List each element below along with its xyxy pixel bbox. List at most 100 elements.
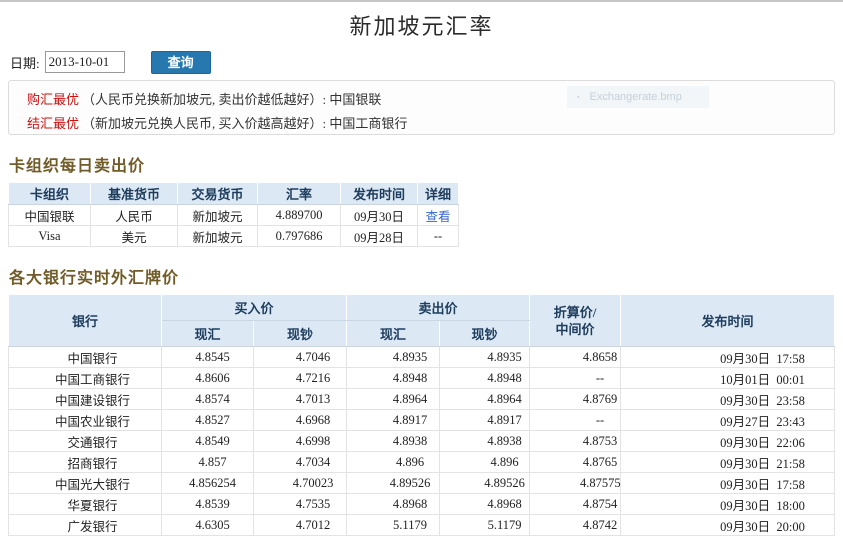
table-cell: 4.889700 — [258, 205, 341, 226]
table-cell: 广发银行 — [9, 515, 162, 536]
table-row: Visa美元新加坡元0.79768609月28日-- — [9, 226, 459, 247]
table-cell: 招商银行 — [9, 452, 162, 473]
table-cell: 中国银联 — [9, 205, 91, 226]
table-cell: 4.8769 — [530, 389, 621, 410]
table-cell: 4.8917 — [347, 410, 440, 431]
table-cell: 4.8742 — [530, 515, 621, 536]
table-cell: 09月30日 18:00 — [621, 494, 835, 515]
table-cell: 4.8968 — [347, 494, 440, 515]
table-row: 中国农业银行4.85274.69684.89174.8917--09月27日 2… — [9, 410, 835, 431]
date-input[interactable] — [45, 51, 125, 73]
table-cell: 09月30日 23:58 — [621, 389, 835, 410]
column-header-buy-cash: 现钞 — [254, 321, 347, 347]
query-button[interactable]: 查询 — [151, 51, 211, 74]
table-cell: Visa — [9, 226, 91, 247]
table-cell: 4.896 — [347, 452, 440, 473]
table-row: 招商银行4.8574.70344.8964.8964.876509月30日 21… — [9, 452, 835, 473]
table-cell: 4.896 — [440, 452, 530, 473]
table-cell: 中国银行 — [9, 347, 162, 368]
table-cell: 4.857 — [162, 452, 254, 473]
table-cell: 4.89526 — [347, 473, 440, 494]
detail-link[interactable]: 查看 — [425, 210, 450, 224]
card-table-body: 中国银联人民币新加坡元4.88970009月30日查看Visa美元新加坡元0.7… — [9, 205, 459, 247]
table-cell: 查看 — [418, 205, 459, 226]
table-cell: 中国光大银行 — [9, 473, 162, 494]
table-cell: 4.8938 — [440, 431, 530, 452]
table-row: 中国工商银行4.86064.72164.89484.8948--10月01日 0… — [9, 368, 835, 389]
table-cell: 09月30日 20:00 — [621, 515, 835, 536]
table-cell: 4.8964 — [440, 389, 530, 410]
table-cell: -- — [418, 226, 459, 247]
table-row: 广发银行4.63054.70125.11795.11794.874209月30日… — [9, 515, 835, 536]
table-cell: 美元 — [91, 226, 178, 247]
table-cell: 4.7012 — [254, 515, 347, 536]
column-header-detail: 详细 — [418, 183, 459, 205]
table-cell: 4.8574 — [162, 389, 254, 410]
date-query-bar: 日期: 查询 — [10, 50, 843, 74]
best-sell-label: 结汇最优 — [27, 116, 79, 131]
column-header-buy-remit: 现汇 — [162, 321, 254, 347]
card-table-header-row: 卡组织 基准货币 交易货币 汇率 发布时间 详细 — [9, 183, 459, 205]
column-header-mid-price: 折算价/ 中间价 — [530, 295, 621, 347]
best-buy-text: （人民币兑换新加坡元, 卖出价越低越好）: 中国银联 — [82, 92, 381, 107]
table-cell: 09月28日 — [341, 226, 418, 247]
table-cell: 4.70023 — [254, 473, 347, 494]
column-header-buy-price: 买入价 — [162, 295, 347, 321]
table-cell: 4.8968 — [440, 494, 530, 515]
table-cell: 4.8606 — [162, 368, 254, 389]
table-cell: 5.1179 — [347, 515, 440, 536]
table-row: 中国银行4.85454.70464.89354.89354.865809月30日… — [9, 347, 835, 368]
column-header-publish-time: 发布时间 — [341, 183, 418, 205]
table-cell: -- — [530, 368, 621, 389]
best-buy-label: 购汇最优 — [27, 92, 79, 107]
bank-table-body: 中国银行4.85454.70464.89354.89354.865809月30日… — [9, 347, 835, 536]
table-cell: 4.89526 — [440, 473, 530, 494]
table-cell: 4.8935 — [347, 347, 440, 368]
section-heading-bank-rates: 各大银行实时外汇牌价 — [9, 264, 843, 288]
table-cell: 4.8545 — [162, 347, 254, 368]
table-cell: 4.8948 — [347, 368, 440, 389]
column-header-sell-cash: 现钞 — [440, 321, 530, 347]
table-cell: 新加坡元 — [178, 226, 258, 247]
table-cell: 09月30日 22:06 — [621, 431, 835, 452]
table-cell: 人民币 — [91, 205, 178, 226]
table-cell: 4.8935 — [440, 347, 530, 368]
table-cell: 4.8754 — [530, 494, 621, 515]
best-rate-info-box: 购汇最优（人民币兑换新加坡元, 卖出价越低越好）: 中国银联 结汇最优（新加坡元… — [8, 80, 835, 135]
table-cell: 4.8917 — [440, 410, 530, 431]
table-row: 华夏银行4.85394.75354.89684.89684.875409月30日… — [9, 494, 835, 515]
bank-table-header-row-1: 银行 买入价 卖出价 折算价/ 中间价 发布时间 — [9, 295, 835, 321]
table-cell: 4.6998 — [254, 431, 347, 452]
table-row: 中国建设银行4.85744.70134.89644.89644.876909月3… — [9, 389, 835, 410]
table-cell: 4.7034 — [254, 452, 347, 473]
column-header-sell-price: 卖出价 — [347, 295, 530, 321]
table-cell: 4.8549 — [162, 431, 254, 452]
table-cell: 中国工商银行 — [9, 368, 162, 389]
table-cell: 4.6305 — [162, 515, 254, 536]
table-cell: 4.856254 — [162, 473, 254, 494]
table-cell: 4.7216 — [254, 368, 347, 389]
table-row: 中国光大银行4.8562544.700234.895264.895264.875… — [9, 473, 835, 494]
date-label: 日期: — [10, 53, 40, 72]
table-cell: 4.6968 — [254, 410, 347, 431]
table-cell: 中国建设银行 — [9, 389, 162, 410]
broken-image-text: Exchangerate.bmp — [589, 91, 681, 103]
table-cell: 4.8938 — [347, 431, 440, 452]
best-sell-text: （新加坡元兑换人民币, 买入价越高越好）: 中国工商银行 — [82, 116, 407, 131]
table-cell: 4.7535 — [254, 494, 347, 515]
card-org-table: 卡组织 基准货币 交易货币 汇率 发布时间 详细 中国银联人民币新加坡元4.88… — [8, 182, 459, 247]
table-cell: 中国农业银行 — [9, 410, 162, 431]
table-cell: 4.8948 — [440, 368, 530, 389]
table-cell: 交通银行 — [9, 431, 162, 452]
best-buy-line: 购汇最优（人民币兑换新加坡元, 卖出价越低越好）: 中国银联 — [27, 88, 834, 112]
table-cell: 4.8964 — [347, 389, 440, 410]
table-cell: 华夏银行 — [9, 494, 162, 515]
table-cell: 09月30日 17:58 — [621, 473, 835, 494]
section-heading-card-org: 卡组织每日卖出价 — [9, 152, 843, 176]
page-top-divider — [0, 0, 843, 2]
column-header-sell-remit: 现汇 — [347, 321, 440, 347]
column-header-publish-time: 发布时间 — [621, 295, 835, 347]
page-title: 新加坡元汇率 — [0, 9, 843, 41]
table-cell: 09月27日 23:43 — [621, 410, 835, 431]
table-cell: -- — [530, 410, 621, 431]
